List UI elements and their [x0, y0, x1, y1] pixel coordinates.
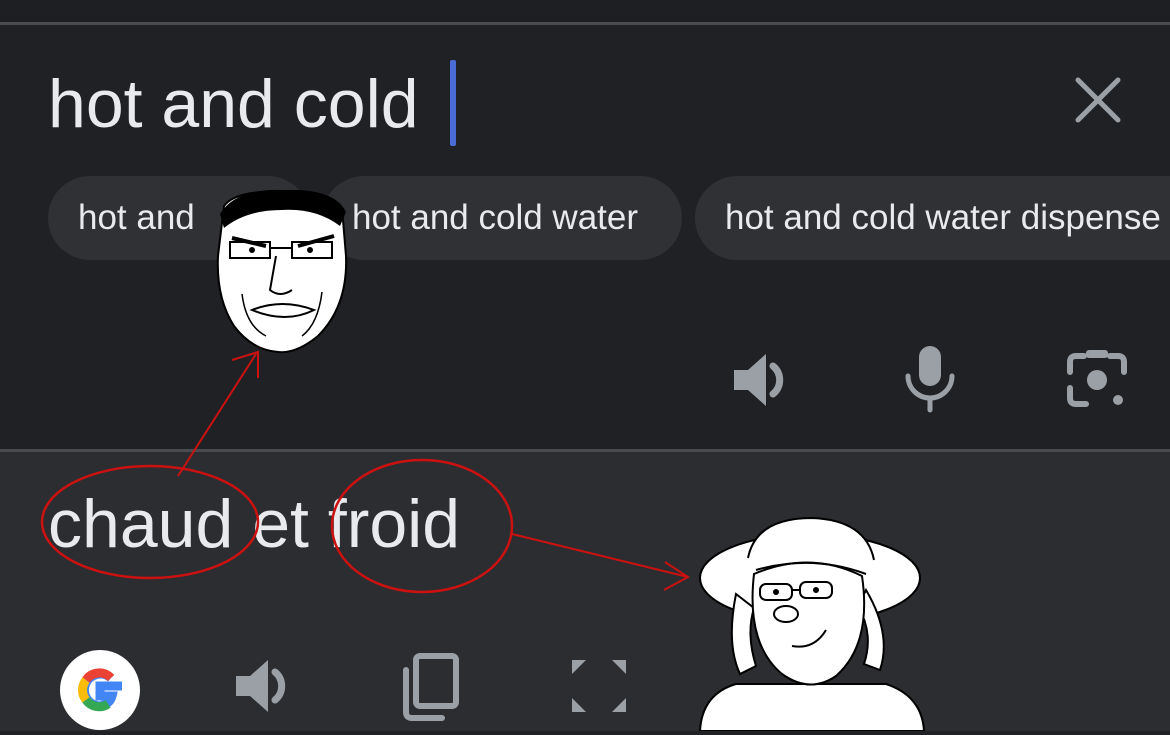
hat-character-drawing: [698, 516, 926, 731]
google-g-logo: [78, 668, 122, 712]
speaker-icon: [734, 354, 784, 406]
camera-lens-button[interactable]: [1064, 348, 1130, 417]
copy-button[interactable]: [400, 652, 460, 727]
target-speaker-button[interactable]: [232, 654, 296, 723]
suggestion-chip-2[interactable]: hot and cold water: [322, 176, 682, 260]
suggestion-chip-3[interactable]: hot and cold water dispense: [695, 176, 1170, 260]
angry-face-drawing: [216, 189, 348, 354]
text-cursor: [450, 60, 456, 146]
source-text-input[interactable]: hot and cold: [48, 62, 419, 146]
copy-icon: [403, 653, 459, 721]
speaker-icon: [236, 660, 286, 712]
camera-lens-icon: [1067, 350, 1127, 407]
fullscreen-button[interactable]: [566, 654, 632, 723]
fullscreen-icon: [572, 660, 626, 712]
source-speaker-button[interactable]: [730, 348, 794, 417]
translated-word-chaud: chaud: [48, 486, 234, 562]
translated-word-et: et: [252, 486, 309, 562]
close-icon: [1075, 77, 1121, 123]
top-strip: [0, 0, 1170, 22]
clear-button[interactable]: [1068, 72, 1128, 128]
translated-text: chaud et froid: [48, 482, 460, 566]
translated-word-froid: froid: [327, 486, 461, 562]
microphone-icon: [905, 346, 955, 413]
google-button[interactable]: [60, 650, 140, 730]
microphone-button[interactable]: [900, 344, 960, 419]
